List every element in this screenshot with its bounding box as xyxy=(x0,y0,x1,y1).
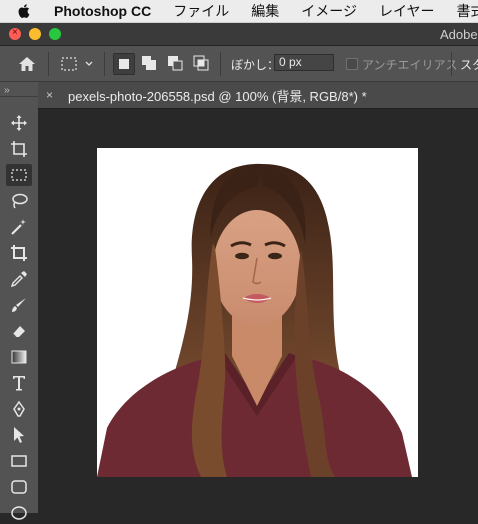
add-to-selection-button[interactable] xyxy=(139,53,159,73)
magic-wand-icon xyxy=(11,219,26,235)
new-selection-button[interactable] xyxy=(113,53,135,75)
intersect-selection-button[interactable] xyxy=(191,53,211,73)
path-select-icon xyxy=(14,427,24,443)
menu-layer[interactable]: レイヤー xyxy=(379,1,435,21)
rounded-rect-tool[interactable] xyxy=(6,476,32,498)
tools-panel: ›› xyxy=(0,82,39,520)
home-icon xyxy=(19,57,35,71)
rectangle-tool[interactable] xyxy=(6,450,32,472)
brush-icon xyxy=(12,298,26,312)
feather-input[interactable]: 0 px xyxy=(274,54,334,71)
window-title-bar: × Adobe xyxy=(0,23,478,46)
ellipse-tool[interactable] xyxy=(6,502,32,524)
rect-marquee-icon xyxy=(11,169,27,181)
new-selection-icon xyxy=(119,59,129,69)
eraser-tool[interactable] xyxy=(6,320,32,342)
menu-bar: Photoshop CC ファイル 編集 イメージ レイヤー 書式 選 xyxy=(0,0,478,23)
marquee-preset-picker[interactable] xyxy=(58,53,98,75)
gradient-icon xyxy=(11,350,27,364)
lasso-icon xyxy=(12,193,28,209)
crop-icon xyxy=(11,245,27,261)
crop-tool[interactable] xyxy=(6,242,32,264)
options-separator xyxy=(48,52,49,76)
rounded-rect-icon xyxy=(11,480,27,494)
window-zoom-button[interactable] xyxy=(49,28,61,40)
options-separator xyxy=(451,52,452,76)
subtract-selection-icon xyxy=(168,56,183,71)
menu-file[interactable]: ファイル xyxy=(173,1,229,21)
rect-marquee-tool[interactable] xyxy=(6,164,32,186)
move-tool[interactable] xyxy=(6,112,32,134)
magic-wand-tool[interactable] xyxy=(6,216,32,238)
document-canvas[interactable] xyxy=(97,148,418,477)
eraser-icon xyxy=(12,326,25,338)
collapse-panel-button[interactable]: ›› xyxy=(4,85,10,96)
options-separator xyxy=(104,52,105,76)
artboard-tool[interactable] xyxy=(6,138,32,160)
intersect-selection-icon xyxy=(193,55,209,71)
gradient-tool[interactable] xyxy=(6,346,32,368)
document-tab-bar: × pexels-photo-206558.psd @ 100% (背景, RG… xyxy=(38,82,478,109)
portrait-photo xyxy=(97,148,418,477)
document-tab-title: pexels-photo-206558.psd @ 100% (背景, RGB/… xyxy=(68,88,367,104)
document-tab[interactable]: × pexels-photo-206558.psd @ 100% (背景, RG… xyxy=(38,82,478,108)
canvas-area[interactable] xyxy=(38,109,478,513)
antialias-checkbox[interactable] xyxy=(346,58,358,70)
move-icon xyxy=(11,115,27,131)
tools-panel-divider xyxy=(0,96,38,97)
apple-icon[interactable] xyxy=(18,4,30,18)
brush-tool[interactable] xyxy=(6,294,32,316)
menu-type[interactable]: 書式 xyxy=(457,1,478,21)
feather-label: ぼかし： xyxy=(231,58,280,72)
pen-icon xyxy=(13,400,25,417)
eyedropper-tool[interactable] xyxy=(6,268,32,290)
pen-tool[interactable] xyxy=(6,398,32,420)
menu-edit[interactable]: 編集 xyxy=(251,1,279,21)
window-title: Adobe xyxy=(440,27,478,42)
style-label: スタ xyxy=(460,58,478,72)
eyedropper-icon xyxy=(10,271,27,288)
options-separator xyxy=(220,52,221,76)
antialias-label: アンチエイリアス xyxy=(362,58,458,72)
path-select-tool[interactable] xyxy=(6,424,32,446)
close-icon: × xyxy=(12,27,18,38)
options-bar: ぼかし： 0 px アンチエイリアス スタ xyxy=(0,46,478,82)
window-minimize-button[interactable] xyxy=(29,28,41,40)
type-tool[interactable] xyxy=(6,372,32,394)
artboard-icon xyxy=(11,141,27,157)
ellipse-icon xyxy=(11,506,27,520)
marquee-preset-icon xyxy=(61,57,93,71)
type-icon xyxy=(13,376,25,391)
add-selection-icon xyxy=(142,56,156,70)
window-close-button[interactable]: × xyxy=(9,27,21,40)
rectangle-icon xyxy=(11,455,27,467)
lasso-tool[interactable] xyxy=(6,190,32,212)
menu-image[interactable]: イメージ xyxy=(301,1,357,21)
menu-photoshop[interactable]: Photoshop CC xyxy=(54,3,151,19)
tab-close-icon[interactable]: × xyxy=(46,88,58,102)
subtract-from-selection-button[interactable] xyxy=(165,53,185,73)
home-button[interactable] xyxy=(14,53,40,75)
